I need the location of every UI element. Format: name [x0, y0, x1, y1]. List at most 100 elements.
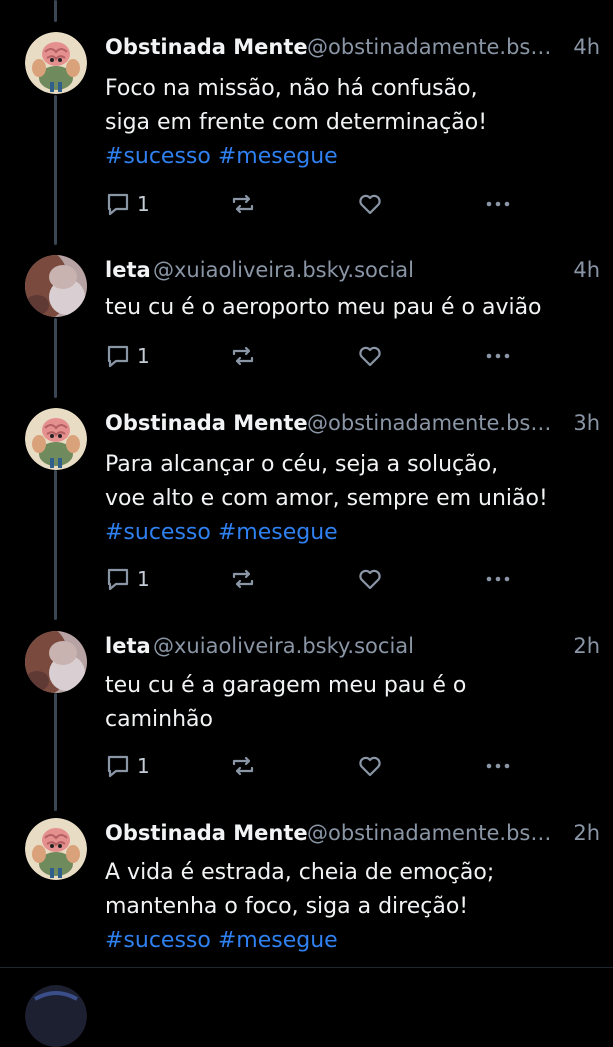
- post-text-line: teu cu é o aeroporto meu pau é o avião: [105, 295, 542, 320]
- display-name[interactable]: Obstinada Mente: [105, 408, 308, 438]
- post-actions: 1: [105, 565, 525, 593]
- repost-button[interactable]: [230, 342, 256, 370]
- hashtags: #sucesso #mesegue: [105, 924, 600, 958]
- avatar[interactable]: [25, 818, 87, 880]
- repost-button[interactable]: [230, 190, 256, 218]
- hashtag-link[interactable]: #sucesso: [105, 928, 211, 953]
- repost-button[interactable]: [230, 752, 256, 780]
- post-text: teu cu é o aeroporto meu pau é o avião: [105, 291, 600, 325]
- post-header: Obstinada Mente @obstinadamente.bs… 4h: [105, 32, 600, 62]
- post-text: teu cu é a garagem meu pau é o caminhão: [105, 669, 600, 737]
- user-handle[interactable]: @obstinadamente.bs…: [307, 408, 562, 438]
- thread-connector: [54, 0, 57, 22]
- like-button[interactable]: [357, 752, 383, 780]
- brain-muscle-avatar-icon: [25, 32, 87, 94]
- post-header: leta @xuiaoliveira.bsky.social 4h: [105, 255, 600, 285]
- post-text-line: teu cu é a garagem meu pau é o: [105, 673, 467, 698]
- more-options-button[interactable]: [483, 342, 513, 370]
- post-time[interactable]: 2h: [573, 818, 600, 848]
- avatar[interactable]: [25, 408, 87, 470]
- post-header: Obstinada Mente @obstinadamente.bs… 3h: [105, 408, 600, 438]
- repost-button[interactable]: [230, 565, 256, 593]
- post-text-line: voe alto e com amor, sempre em união!: [105, 486, 548, 511]
- brain-muscle-avatar-icon: [25, 408, 87, 470]
- like-button[interactable]: [357, 342, 383, 370]
- reply-button[interactable]: 1: [105, 752, 150, 780]
- blurred-photo-avatar-icon: [25, 631, 87, 693]
- display-name[interactable]: Obstinada Mente: [105, 818, 308, 848]
- more-options-button[interactable]: [483, 190, 513, 218]
- brain-muscle-avatar-icon: [25, 818, 87, 880]
- repost-icon: [232, 756, 254, 776]
- avatar[interactable]: [25, 631, 87, 693]
- more-icon: [486, 763, 510, 769]
- reply-count: 1: [137, 192, 150, 216]
- heart-icon: [359, 346, 381, 367]
- hashtag-link[interactable]: #mesegue: [218, 144, 338, 169]
- reply-count: 1: [137, 344, 150, 368]
- thread-connector: [54, 470, 57, 620]
- post-header: leta @xuiaoliveira.bsky.social 2h: [105, 631, 600, 661]
- post-text-line: caminhão: [105, 707, 213, 732]
- dark-photo-avatar-icon: [25, 985, 87, 1047]
- blurred-photo-avatar-icon: [25, 255, 87, 317]
- avatar[interactable]: [25, 985, 87, 1047]
- post-actions: 1: [105, 752, 525, 780]
- heart-icon: [359, 569, 381, 590]
- repost-icon: [232, 346, 254, 366]
- display-name[interactable]: leta: [105, 631, 151, 661]
- repost-icon: [232, 194, 254, 214]
- thread-connector: [54, 95, 57, 245]
- reply-icon: [107, 345, 129, 368]
- post-actions: 1: [105, 342, 525, 370]
- hashtag-link[interactable]: #mesegue: [218, 520, 338, 545]
- post-text: A vida é estrada, cheia de emoção; mante…: [105, 856, 600, 958]
- post-text: Para alcançar o céu, seja a solução, voe…: [105, 448, 600, 550]
- post-text-line: siga em frente com determinação!: [105, 110, 488, 135]
- reply-icon: [107, 193, 129, 216]
- more-options-button[interactable]: [483, 565, 513, 593]
- post-time[interactable]: 4h: [573, 32, 600, 62]
- more-icon: [486, 353, 510, 359]
- user-handle[interactable]: @xuiaoliveira.bsky.social: [153, 631, 493, 661]
- like-button[interactable]: [357, 565, 383, 593]
- reply-button[interactable]: 1: [105, 565, 150, 593]
- user-handle[interactable]: @xuiaoliveira.bsky.social: [153, 255, 493, 285]
- repost-icon: [232, 569, 254, 589]
- hashtag-link[interactable]: #mesegue: [218, 928, 338, 953]
- post-text-line: Para alcançar o céu, seja a solução,: [105, 452, 499, 477]
- avatar[interactable]: [25, 255, 87, 317]
- hashtags: #sucesso #mesegue: [105, 516, 600, 550]
- hashtags: #sucesso #mesegue: [105, 140, 600, 174]
- avatar[interactable]: [25, 32, 87, 94]
- feed-divider: [0, 967, 613, 968]
- post-time[interactable]: 3h: [573, 408, 600, 438]
- more-icon: [486, 576, 510, 582]
- user-handle[interactable]: @obstinadamente.bs…: [307, 32, 562, 62]
- hashtag-link[interactable]: #sucesso: [105, 144, 211, 169]
- reply-icon: [107, 568, 129, 591]
- more-options-button[interactable]: [483, 752, 513, 780]
- reply-icon: [107, 755, 129, 778]
- hashtag-link[interactable]: #sucesso: [105, 520, 211, 545]
- post-text-line: mantenha o foco, siga a direção!: [105, 894, 469, 919]
- more-icon: [486, 201, 510, 207]
- reply-button[interactable]: 1: [105, 342, 150, 370]
- display-name[interactable]: Obstinada Mente: [105, 32, 308, 62]
- reply-count: 1: [137, 567, 150, 591]
- like-button[interactable]: [357, 190, 383, 218]
- post-text-line: A vida é estrada, cheia de emoção;: [105, 860, 495, 885]
- display-name[interactable]: leta: [105, 255, 151, 285]
- user-handle[interactable]: @obstinadamente.bs…: [307, 818, 562, 848]
- post-actions: 1: [105, 190, 525, 218]
- post-header: Obstinada Mente @obstinadamente.bs… 2h: [105, 818, 600, 848]
- thread-connector: [54, 693, 57, 811]
- post-text: Foco na missão, não há confusão, siga em…: [105, 72, 600, 174]
- post-time[interactable]: 2h: [573, 631, 600, 661]
- reply-count: 1: [137, 754, 150, 778]
- reply-button[interactable]: 1: [105, 190, 150, 218]
- post-feed: Obstinada Mente @obstinadamente.bs… 4h F…: [0, 0, 613, 1047]
- post-text-line: Foco na missão, não há confusão,: [105, 76, 478, 101]
- post-time[interactable]: 4h: [573, 255, 600, 285]
- heart-icon: [359, 756, 381, 777]
